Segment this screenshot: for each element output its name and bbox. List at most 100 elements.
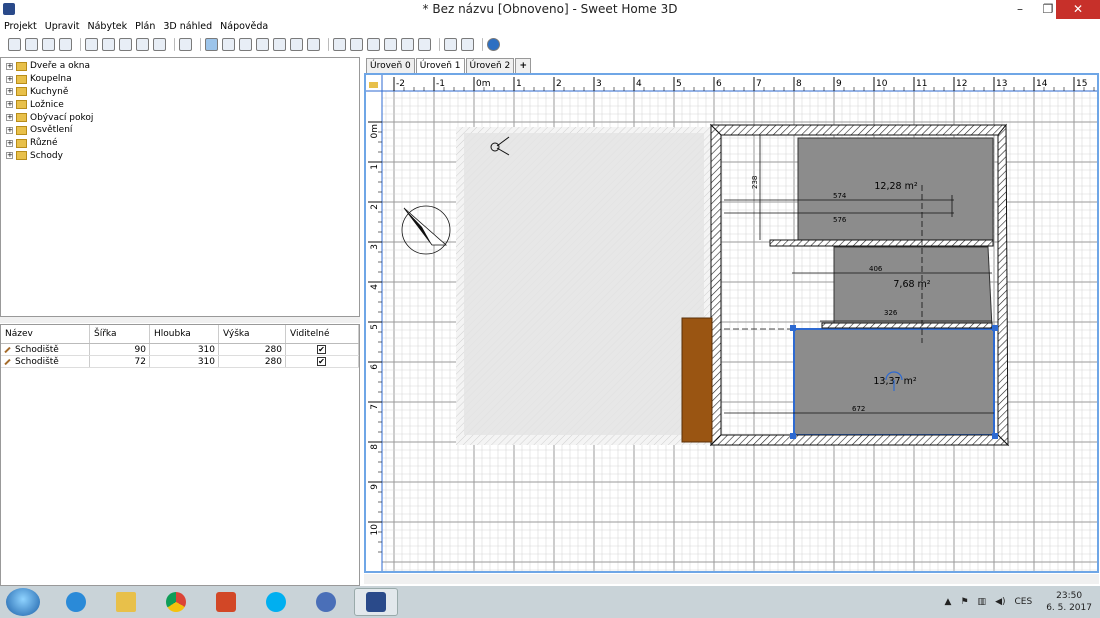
create-rooms-icon[interactable]: [256, 38, 269, 51]
zoom-in-icon[interactable]: [401, 38, 414, 51]
panel-splitter[interactable]: [0, 317, 360, 323]
horizontal-scrollbar[interactable]: [364, 574, 1099, 584]
column-header[interactable]: Název: [1, 325, 90, 343]
catalog-item[interactable]: + Koupelna: [1, 73, 359, 86]
dimension-label: 238: [751, 176, 759, 189]
catalog-item[interactable]: + Ložnice: [1, 98, 359, 111]
help-icon[interactable]: [487, 38, 500, 51]
ie-icon[interactable]: [54, 588, 98, 616]
folder-icon: [16, 74, 27, 84]
plan-canvas[interactable]: 238 574 576 406 326 672 12,28 m² 7,68 m²…: [366, 75, 1097, 571]
add-level-button[interactable]: +: [515, 58, 532, 73]
select-mode-icon[interactable]: [205, 38, 218, 51]
add-text-icon[interactable]: [307, 38, 320, 51]
cut-icon[interactable]: [119, 38, 132, 51]
toolbar-separator: [174, 38, 175, 51]
redo-icon[interactable]: [102, 38, 115, 51]
copy-icon[interactable]: [136, 38, 149, 51]
menu-3d-nahled[interactable]: 3D náhled: [159, 19, 216, 34]
explorer-icon[interactable]: [104, 588, 148, 616]
title-bar: * Bez názvu [Obnoveno] - Sweet Home 3D –…: [0, 0, 1100, 19]
skype-icon[interactable]: [254, 588, 298, 616]
create-dimensions-icon[interactable]: [290, 38, 303, 51]
app-icon[interactable]: [304, 588, 348, 616]
start-button[interactable]: [6, 588, 40, 616]
expand-icon[interactable]: +: [6, 101, 13, 109]
chrome-icon[interactable]: [154, 588, 198, 616]
column-header[interactable]: Viditelné: [286, 325, 359, 343]
column-header[interactable]: Výška: [219, 325, 286, 343]
undo-icon[interactable]: [85, 38, 98, 51]
save-icon[interactable]: [42, 38, 55, 51]
create-video-icon[interactable]: [461, 38, 474, 51]
network-icon[interactable]: ▥: [978, 597, 987, 607]
create-polylines-icon[interactable]: [273, 38, 286, 51]
visible-checkbox[interactable]: ✔: [317, 345, 326, 354]
language-indicator[interactable]: CES: [1015, 597, 1033, 607]
lower-level-floor: [464, 133, 704, 435]
office-icon[interactable]: [204, 588, 248, 616]
toolbar-separator: [80, 38, 81, 51]
stairs[interactable]: [681, 317, 713, 443]
toolbar-separator: [482, 38, 483, 51]
menu-napoveda[interactable]: Nápověda: [216, 19, 272, 34]
expand-icon[interactable]: +: [6, 62, 13, 70]
toolbar: [0, 35, 1100, 54]
column-header[interactable]: Hloubka: [150, 325, 219, 343]
ruler-label: 7: [370, 404, 380, 410]
volume-icon[interactable]: ◀): [995, 597, 1005, 607]
menu-bar: Projekt Upravit Nábytek Plán 3D náhled N…: [0, 19, 1100, 34]
visible-checkbox[interactable]: ✔: [317, 357, 326, 366]
text-bold-icon[interactable]: [350, 38, 363, 51]
ruler-label: 5: [676, 79, 682, 89]
table-row[interactable]: Schodiště 72 310 280 ✔: [1, 356, 359, 368]
preferences-icon[interactable]: [59, 38, 72, 51]
ruler-label: 0m: [370, 124, 380, 139]
text-italic-icon[interactable]: [367, 38, 380, 51]
minimize-button[interactable]: –: [1006, 0, 1034, 19]
column-header[interactable]: Šířka: [90, 325, 150, 343]
paste-icon[interactable]: [153, 38, 166, 51]
catalog-item[interactable]: + Dveře a okna: [1, 60, 359, 73]
tab-level-0[interactable]: Úroveň 0: [366, 58, 415, 73]
clock[interactable]: 23:50 6. 5. 2017: [1046, 590, 1092, 614]
flag-icon[interactable]: ⚑: [960, 597, 968, 607]
new-file-icon[interactable]: [8, 38, 21, 51]
table-row[interactable]: Schodiště 90 310 280 ✔: [1, 344, 359, 356]
catalog-item[interactable]: + Obývací pokoj: [1, 111, 359, 124]
menu-projekt[interactable]: Projekt: [0, 19, 41, 34]
catalog-item[interactable]: + Osvětlení: [1, 124, 359, 137]
expand-icon[interactable]: +: [6, 126, 13, 134]
tab-level-1[interactable]: Úroveň 1: [415, 58, 465, 73]
dimension-label: 576: [833, 216, 847, 224]
ruler-label: 14: [1036, 79, 1048, 89]
catalog-item[interactable]: + Schody: [1, 150, 359, 163]
catalog-item[interactable]: + Kuchyně: [1, 86, 359, 99]
stairs-icon: [4, 358, 11, 365]
create-walls-icon[interactable]: [239, 38, 252, 51]
tab-level-2[interactable]: Úroveň 2: [465, 58, 515, 73]
menu-upravit[interactable]: Upravit: [41, 19, 84, 34]
expand-icon[interactable]: +: [6, 139, 13, 147]
expand-icon[interactable]: +: [6, 114, 13, 122]
menu-nabytek[interactable]: Nábytek: [84, 19, 132, 34]
text-style-icon[interactable]: [333, 38, 346, 51]
pan-mode-icon[interactable]: [222, 38, 235, 51]
folder-icon: [16, 138, 27, 148]
catalog-item[interactable]: + Různé: [1, 137, 359, 150]
sweethome-icon[interactable]: [354, 588, 398, 616]
menu-plan[interactable]: Plán: [131, 19, 159, 34]
create-photo-icon[interactable]: [444, 38, 457, 51]
text-size-icon[interactable]: [384, 38, 397, 51]
expand-icon[interactable]: +: [6, 88, 13, 96]
expand-icon[interactable]: +: [6, 75, 13, 83]
add-furniture-icon[interactable]: [179, 38, 192, 51]
open-icon[interactable]: [25, 38, 38, 51]
ruler-label: 0m: [476, 79, 491, 89]
close-button[interactable]: ✕: [1056, 0, 1100, 19]
zoom-out-icon[interactable]: [418, 38, 431, 51]
show-hidden-icon[interactable]: ▲: [945, 597, 952, 607]
plan-view[interactable]: 238 574 576 406 326 672 12,28 m² 7,68 m²…: [364, 73, 1099, 573]
expand-icon[interactable]: +: [6, 152, 13, 160]
ruler-label: 12: [956, 79, 967, 89]
